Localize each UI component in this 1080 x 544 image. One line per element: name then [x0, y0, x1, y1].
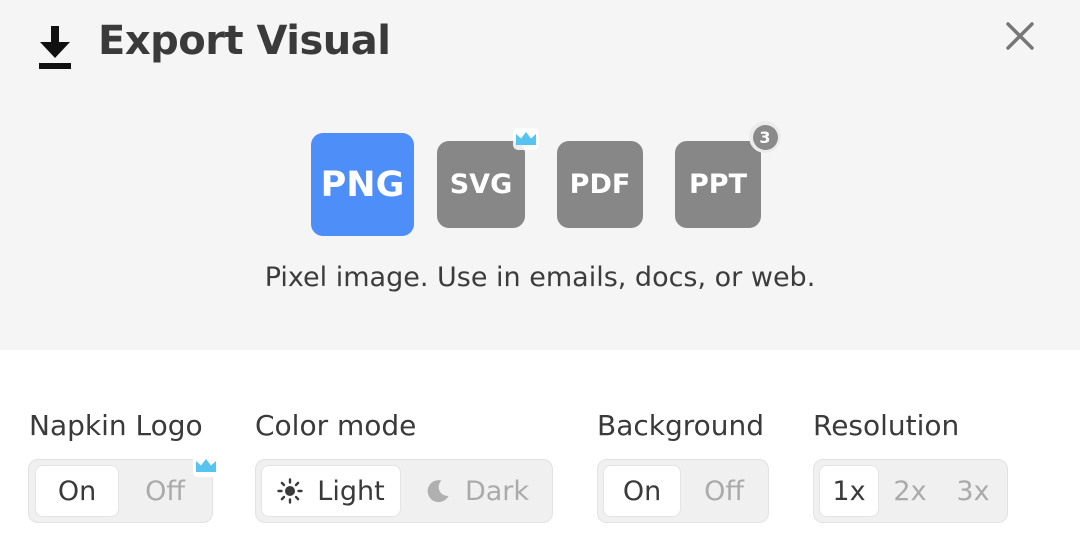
resolution-2x-option[interactable]: 2x: [881, 466, 939, 516]
moon-icon: [427, 480, 449, 503]
resolution-selector: 1x 2x 3x: [813, 459, 1008, 523]
dark-mode-label: Dark: [464, 475, 530, 507]
dialog-title: Export Visual: [98, 18, 391, 64]
format-svg-button[interactable]: SVG: [437, 141, 525, 228]
resolution-3x-option[interactable]: 3x: [944, 466, 1002, 516]
crown-icon: [193, 455, 219, 477]
dark-mode-option[interactable]: Dark: [408, 466, 546, 516]
ppt-count-value: 3: [752, 124, 778, 150]
light-mode-option[interactable]: Light: [262, 466, 400, 516]
format-png-button[interactable]: PNG: [311, 133, 414, 236]
sun-icon: [277, 478, 303, 504]
format-png-label: PNG: [320, 164, 405, 205]
format-ppt-button[interactable]: PPT: [675, 141, 761, 228]
download-icon: [39, 26, 71, 69]
background-off-option[interactable]: Off: [686, 466, 762, 516]
resolution-label: Resolution: [813, 409, 960, 442]
format-ppt-label: PPT: [689, 169, 747, 200]
logo-option-label: Napkin Logo: [29, 409, 203, 442]
logo-on-option[interactable]: On: [36, 466, 118, 516]
logo-toggle: On Off: [28, 459, 213, 523]
format-pdf-label: PDF: [569, 169, 631, 200]
background-label: Background: [597, 409, 765, 442]
resolution-1x-option[interactable]: 1x: [820, 466, 878, 516]
close-icon[interactable]: [1004, 20, 1036, 52]
background-on-option[interactable]: On: [604, 466, 680, 516]
format-description: Pixel image. Use in emails, docs, or web…: [264, 262, 816, 293]
format-svg-label: SVG: [449, 169, 513, 200]
light-mode-label: Light: [317, 475, 385, 507]
ppt-count-badge: 3: [749, 121, 781, 153]
crown-icon: [513, 128, 539, 150]
format-pdf-button[interactable]: PDF: [557, 141, 643, 228]
background-toggle: On Off: [597, 459, 769, 523]
color-mode-toggle: Light Dark: [255, 459, 553, 523]
color-mode-label: Color mode: [255, 409, 417, 442]
